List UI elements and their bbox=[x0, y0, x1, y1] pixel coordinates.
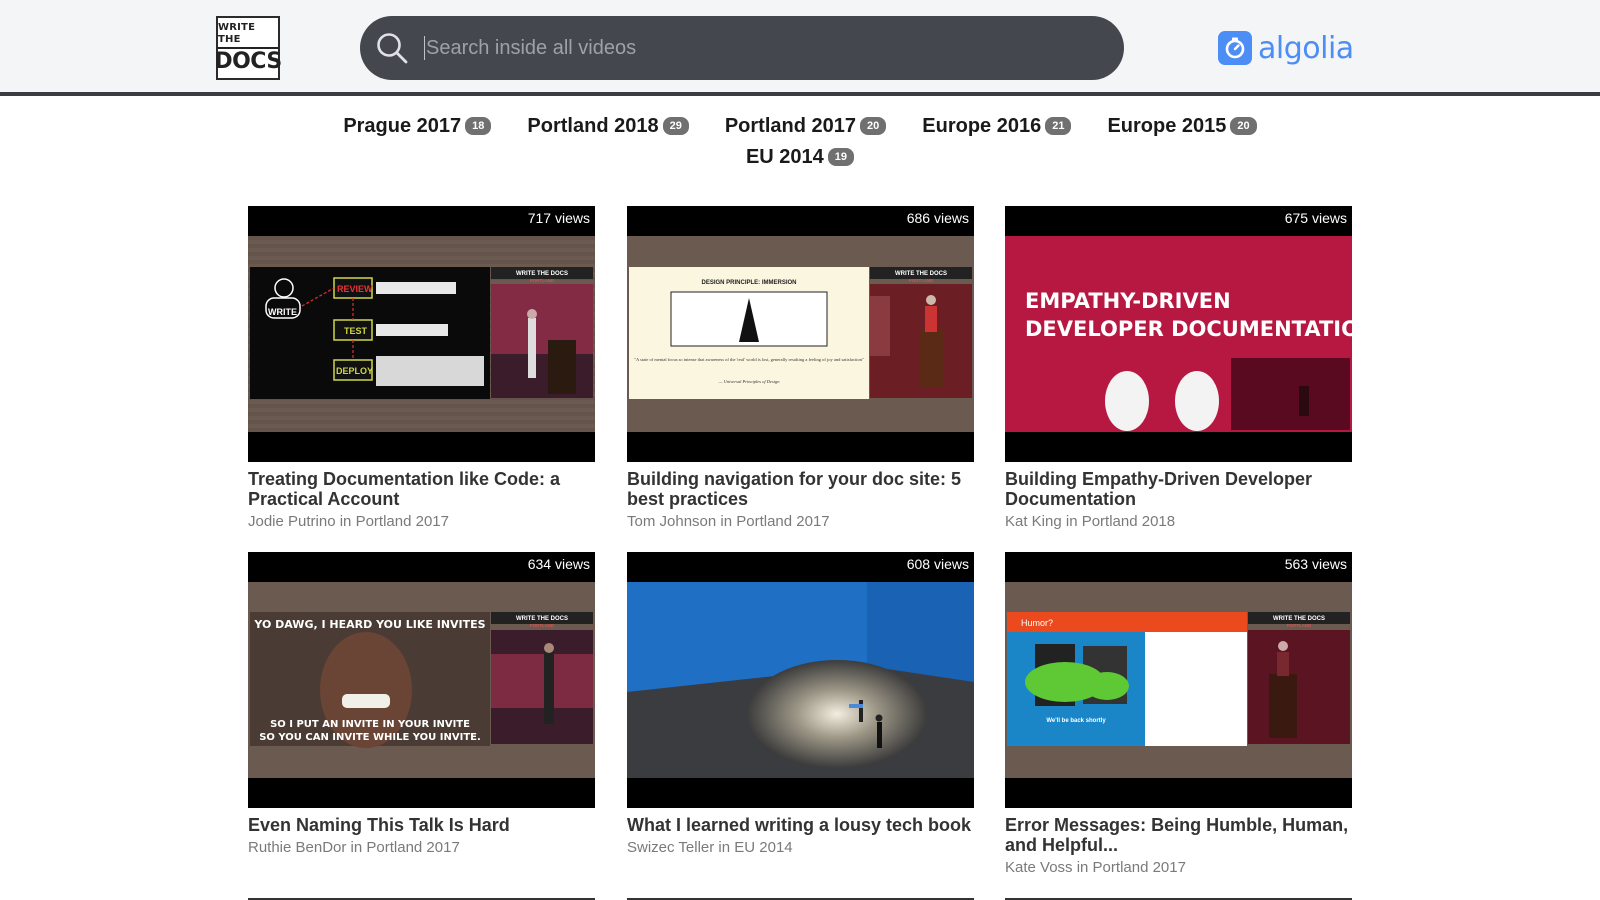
event-count-badge: 19 bbox=[827, 148, 855, 166]
video-speaker: Swizec Teller in EU 2014 bbox=[627, 839, 793, 856]
search-icon bbox=[377, 33, 408, 64]
event-count-badge: 20 bbox=[1230, 117, 1257, 135]
video-title[interactable]: What I learned writing a lousy tech book bbox=[627, 815, 974, 835]
algolia-logo[interactable]: algolia bbox=[1218, 28, 1354, 68]
video-card[interactable]: 634 views YO DAWG, I HEARD YOU LIKE INVI… bbox=[248, 552, 595, 857]
event-name: Portland 2018 bbox=[527, 114, 659, 137]
brand-text: WRITE THE DOCS bbox=[516, 271, 568, 277]
slide-text: EMPATHY-DRIVEN bbox=[1025, 289, 1231, 313]
slide-text: YO DAWG, I HEARD YOU LIKE INVITES bbox=[253, 618, 485, 631]
event-name: Europe 2015 bbox=[1107, 114, 1227, 137]
top-bar: WRITE THE DOCS algolia bbox=[0, 0, 1600, 96]
event-filter-list: Prague 2017 18 Portland 2018 29 Portland… bbox=[0, 110, 1600, 173]
brand-subtext: PORTLAND bbox=[909, 278, 934, 283]
video-frame: YO DAWG, I HEARD YOU LIKE INVITES SO I P… bbox=[248, 582, 595, 778]
brand-text: WRITE THE DOCS bbox=[1273, 616, 1325, 622]
event-name: Portland 2017 bbox=[724, 114, 857, 137]
event-filter-portland-2018[interactable]: Portland 2018 29 bbox=[527, 114, 689, 138]
slide-text: TEST bbox=[344, 326, 368, 336]
video-frame: WRITE REVIEW TEST DEPLOY WRITE THE DOCS … bbox=[248, 236, 595, 432]
event-name: Prague 2017 bbox=[343, 114, 462, 137]
view-count: 634 views bbox=[527, 556, 590, 572]
slide-text: SO I PUT AN INVITE IN YOUR INVITE bbox=[270, 719, 470, 730]
event-filter-europe-2016[interactable]: Europe 2016 21 bbox=[922, 114, 1072, 138]
video-speaker: Kate Voss in Portland 2017 bbox=[1005, 859, 1186, 876]
video-card[interactable]: 686 views DESIGN PRINCIPLE: IMMERSION "A… bbox=[627, 206, 974, 531]
video-speaker: Kat King in Portland 2018 bbox=[1005, 513, 1176, 530]
video-card[interactable]: 675 views EMPATHY-DRIVEN DEVELOPER DOCUM… bbox=[1005, 206, 1352, 531]
slide-text: WRITE bbox=[268, 307, 297, 317]
slide-text: DESIGN PRINCIPLE: IMMERSION bbox=[701, 280, 796, 286]
event-filter-eu-2014[interactable]: EU 2014 19 bbox=[745, 145, 855, 169]
algolia-stopwatch-icon bbox=[1218, 31, 1252, 65]
video-speaker: Jodie Putrino in Portland 2017 bbox=[248, 513, 449, 530]
event-count-badge: 20 bbox=[860, 117, 887, 135]
video-thumbnail[interactable]: 608 views bbox=[627, 552, 974, 808]
video-speaker: Tom Johnson in Portland 2017 bbox=[627, 513, 830, 530]
video-thumbnail[interactable]: 717 views WRITE REVIEW TEST DEPLOY WRITE… bbox=[248, 206, 595, 462]
logo-text-bottom: DOCS bbox=[214, 48, 282, 74]
event-filter-portland-2017[interactable]: Portland 2017 20 bbox=[724, 114, 887, 138]
event-filter-prague-2017[interactable]: Prague 2017 18 bbox=[343, 114, 492, 138]
video-title[interactable]: Error Messages: Being Humble, Human, and… bbox=[1005, 815, 1352, 855]
video-card[interactable]: 563 views Humor? We'll be back shortly W… bbox=[1005, 552, 1352, 877]
event-name: EU 2014 bbox=[745, 145, 824, 168]
video-title[interactable]: Building navigation for your doc site: 5… bbox=[627, 469, 974, 509]
video-thumbnail[interactable]: 634 views YO DAWG, I HEARD YOU LIKE INVI… bbox=[248, 552, 595, 808]
slide-text: Humor? bbox=[1021, 618, 1053, 628]
video-card[interactable]: 608 views What I learned writing a lousy… bbox=[627, 552, 974, 857]
brand-text: WRITE THE DOCS bbox=[895, 271, 947, 277]
write-the-docs-logo[interactable]: WRITE THE DOCS bbox=[214, 16, 282, 80]
video-thumbnail[interactable]: 563 views Humor? We'll be back shortly W… bbox=[1005, 552, 1352, 808]
video-frame: DESIGN PRINCIPLE: IMMERSION "A state of … bbox=[627, 236, 974, 432]
video-speaker: Ruthie BenDor in Portland 2017 bbox=[248, 839, 460, 856]
video-frame bbox=[627, 582, 974, 778]
brand-text: WRITE THE DOCS bbox=[516, 616, 568, 622]
video-frame: Humor? We'll be back shortly WRITE THE D… bbox=[1005, 582, 1352, 778]
search-input[interactable] bbox=[422, 16, 1102, 80]
slide-text: DEPLOY bbox=[336, 366, 373, 376]
algolia-wordmark: algolia bbox=[1258, 30, 1354, 66]
view-count: 675 views bbox=[1284, 210, 1347, 226]
video-title[interactable]: Even Naming This Talk Is Hard bbox=[248, 815, 595, 835]
brand-subtext: PORTLAND bbox=[530, 623, 555, 628]
video-frame: EMPATHY-DRIVEN DEVELOPER DOCUMENTATION bbox=[1005, 236, 1352, 432]
slide-text: SO YOU CAN INVITE WHILE YOU INVITE. bbox=[259, 732, 481, 743]
event-name: Europe 2016 bbox=[922, 114, 1042, 137]
slide-text: — Universal Principles of Design bbox=[718, 379, 781, 384]
view-count: 717 views bbox=[527, 210, 590, 226]
slide-text: REVIEW bbox=[337, 284, 373, 294]
event-count-badge: 29 bbox=[662, 117, 689, 135]
video-title[interactable]: Building Empathy-Driven Developer Docume… bbox=[1005, 469, 1352, 509]
video-thumbnail[interactable]: 675 views EMPATHY-DRIVEN DEVELOPER DOCUM… bbox=[1005, 206, 1352, 462]
view-count: 563 views bbox=[1284, 556, 1347, 572]
slide-text: We'll be back shortly bbox=[1046, 718, 1106, 724]
event-row: EU 2014 19 bbox=[0, 141, 1600, 173]
event-row: Prague 2017 18 Portland 2018 29 Portland… bbox=[0, 110, 1600, 142]
slide-text: DEVELOPER DOCUMENTATION bbox=[1025, 317, 1352, 341]
event-count-badge: 21 bbox=[1045, 117, 1072, 135]
event-filter-europe-2015[interactable]: Europe 2015 20 bbox=[1107, 114, 1257, 138]
brand-subtext: PORTLAND bbox=[530, 278, 555, 283]
brand-subtext: PORTLAND bbox=[1287, 623, 1312, 628]
video-card[interactable]: 717 views WRITE REVIEW TEST DEPLOY WRITE… bbox=[248, 206, 595, 531]
event-count-badge: 18 bbox=[465, 117, 492, 135]
view-count: 608 views bbox=[906, 556, 969, 572]
view-count: 686 views bbox=[906, 210, 969, 226]
video-thumbnail[interactable]: 686 views DESIGN PRINCIPLE: IMMERSION "A… bbox=[627, 206, 974, 462]
search-bar[interactable] bbox=[360, 16, 1124, 80]
logo-text-top: WRITE THE bbox=[218, 22, 278, 49]
video-title[interactable]: Treating Documentation like Code: a Prac… bbox=[248, 469, 595, 509]
